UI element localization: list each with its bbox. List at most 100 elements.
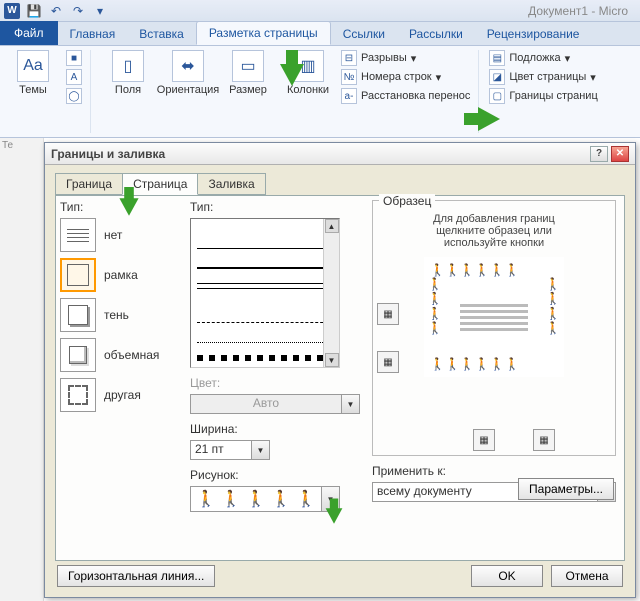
width-label: Ширина: [190,422,360,436]
titlebar: W 💾 ↶ ↷ ▾ Документ1 - Micro [0,0,640,22]
undo-icon[interactable]: ↶ [48,3,64,19]
callout-arrow-page-borders [478,107,500,131]
tab-border[interactable]: Граница [55,173,123,195]
tab-shading[interactable]: Заливка [197,173,265,195]
themes-group: Aa Темы ■ A ◯ [6,50,91,133]
chevron-down-icon[interactable]: ▼ [252,440,270,460]
breaks-icon: ⊟ [341,50,357,66]
page-color-icon: ◪ [489,69,505,85]
callout-arrow-page-layout-tab [280,64,304,86]
apply-to-label: Применить к: [372,464,616,478]
art-figure-icon: 🚶 [296,489,316,509]
dialog-tabs: Граница Страница Заливка [55,173,635,195]
quick-access-toolbar: 💾 ↶ ↷ ▾ [26,3,108,19]
edge-bottom-button[interactable]: ▦ [377,351,399,373]
qat-dropdown-icon[interactable]: ▾ [92,3,108,19]
orientation-label: Ориентация [157,84,219,96]
margins-icon: ▯ [112,50,144,82]
size-label: Размер [229,84,267,96]
ok-button[interactable]: OK [471,565,543,587]
art-figure-icon: 🚶 [196,489,216,509]
style-list[interactable]: ▲▼ [190,218,340,368]
edge-left-button[interactable]: ▦ [473,429,495,451]
theme-effects-icon[interactable]: ◯ [66,88,82,104]
style-label: Тип: [190,200,360,214]
hyphenation-icon: a- [341,88,357,104]
type-none[interactable]: нет [60,218,180,252]
art-dropdown[interactable]: 🚶 🚶 🚶 🚶 🚶 ▼ [190,486,340,512]
width-value: 21 пт [190,440,252,460]
ribbon-tabs: Файл Главная Вставка Разметка страницы С… [0,22,640,46]
type-box-label: рамка [104,268,138,282]
color-value: Авто [190,394,342,414]
tab-review[interactable]: Рецензирование [475,23,592,45]
themes-label: Темы [19,84,47,96]
document-gutter: Те [0,138,44,601]
file-tab[interactable]: Файл [0,21,58,45]
callout-arrow-page-tab [117,196,141,218]
preview-fieldset: Образец Для добавления границ щелкните о… [372,200,616,456]
ribbon-body: Aa Темы ■ A ◯ ▯Поля ⬌Ориентация ▭Размер … [0,46,640,138]
type-none-label: нет [104,228,122,242]
tab-mailings[interactable]: Рассылки [397,23,475,45]
type-custom[interactable]: другая [60,378,180,412]
close-button[interactable]: ✕ [611,146,629,162]
horizontal-line-button[interactable]: Горизонтальная линия... [57,565,215,587]
page-color-button[interactable]: ◪Цвет страницы ▾ [489,69,597,85]
theme-colors-icon[interactable]: ■ [66,50,82,66]
style-scrollbar[interactable]: ▲▼ [323,219,339,367]
themes-button[interactable]: Aa Темы [6,50,60,96]
art-label: Рисунок: [190,468,360,482]
tab-references[interactable]: Ссылки [331,23,397,45]
help-button[interactable]: ? [590,146,608,162]
save-icon[interactable]: 💾 [26,3,42,19]
chevron-down-icon[interactable]: ▼ [342,394,360,414]
breaks-button[interactable]: ⊟Разрывы ▾ [341,50,470,66]
window-title: Документ1 - Micro [108,4,636,18]
callout-arrow-art-dropdown [322,505,346,527]
type-shadow-label: тень [104,308,129,322]
watermark-button[interactable]: ▤Подложка ▾ [489,50,597,66]
preview-hint: Для добавления границ щелкните образец и… [379,213,609,249]
art-figure-icon: 🚶 [271,489,291,509]
gutter-text: Те [0,138,43,153]
type-shadow[interactable]: тень [60,298,180,332]
page-borders-button[interactable]: ▢Границы страниц [489,88,597,104]
type-3d[interactable]: объемная [60,338,180,372]
theme-fonts-icon[interactable]: A [66,69,82,85]
edge-right-button[interactable]: ▦ [533,429,555,451]
size-button[interactable]: ▭ Размер [221,50,275,96]
preview-sample[interactable]: 🚶🚶🚶🚶🚶🚶 🚶🚶🚶🚶🚶🚶 🚶🚶🚶🚶 🚶🚶🚶🚶 [424,257,564,377]
watermark-label: Подложка [509,52,560,64]
preview-hint-3: используйте кнопки [379,237,609,249]
type-box[interactable]: рамка [60,258,180,292]
breaks-label: Разрывы [361,52,407,64]
parameters-button[interactable]: Параметры... [518,478,614,500]
page-background-group: ▤Подложка ▾ ◪Цвет страницы ▾ ▢Границы ст… [489,50,605,133]
scroll-up-icon[interactable]: ▲ [325,219,339,233]
margins-button[interactable]: ▯Поля [101,50,155,96]
dialog-buttons: OK Отмена [471,565,623,587]
width-dropdown[interactable]: 21 пт ▼ [190,440,270,460]
type-3d-label: объемная [104,348,159,362]
art-figure-icon: 🚶 [221,489,241,509]
redo-icon[interactable]: ↷ [70,3,86,19]
size-icon: ▭ [232,50,264,82]
preview-legend: Образец [379,194,435,208]
dialog-titlebar: Границы и заливка ? ✕ [45,143,635,165]
cancel-button[interactable]: Отмена [551,565,623,587]
line-numbers-button[interactable]: №Номера строк ▾ [341,69,470,85]
edge-top-button[interactable]: ▦ [377,303,399,325]
orientation-button[interactable]: ⬌Ориентация [161,50,215,96]
hyphenation-button[interactable]: a- Расстановка перенос [341,88,470,104]
preview-hint-1: Для добавления границ [379,213,609,225]
tab-page-layout[interactable]: Разметка страницы [196,21,331,45]
art-figure-icon: 🚶 [246,489,266,509]
hyphenation-label: Расстановка перенос [361,90,470,102]
orientation-icon: ⬌ [172,50,204,82]
scroll-down-icon[interactable]: ▼ [325,353,339,367]
line-numbers-icon: № [341,69,357,85]
tab-home[interactable]: Главная [58,23,128,45]
color-dropdown[interactable]: Авто ▼ [190,394,360,414]
tab-insert[interactable]: Вставка [127,23,196,45]
